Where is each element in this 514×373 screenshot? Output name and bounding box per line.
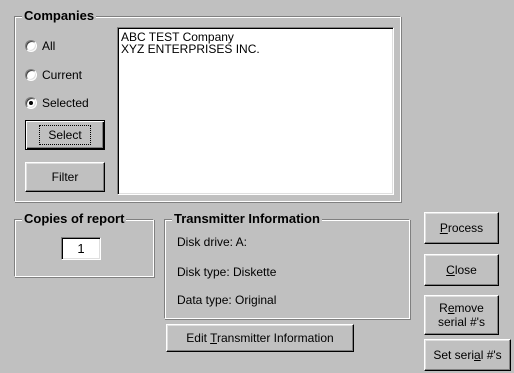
set-serial-post: l #'s — [480, 348, 502, 362]
radio-current-label: Current — [42, 68, 83, 82]
copies-group: Copies of report 1 — [14, 212, 154, 277]
edit-transmitter-label: Edit Transmitter Information — [186, 331, 333, 345]
set-serial-pre: Set seri — [433, 348, 475, 362]
edit-transmitter-label-post: ransmitter Information — [216, 331, 334, 345]
set-serial-mnemonic: a — [474, 348, 481, 362]
list-item[interactable]: XYZ ENTERPRISES INC. — [118, 43, 393, 55]
close-label: Close — [446, 263, 477, 277]
remove-serial-post: move — [454, 301, 484, 315]
dialog: { "companies": { "title": "Companies", "… — [0, 0, 514, 373]
companies-group: Companies All Current Selected Select Fi… — [14, 9, 401, 202]
radio-selected-indicator[interactable] — [25, 97, 37, 109]
radio-selected-label: Selected — [42, 96, 89, 110]
radio-selected[interactable]: Selected — [25, 95, 89, 111]
data-type-info: Data type: Original — [177, 293, 277, 307]
transmitter-group: Transmitter Information Disk drive: A: D… — [164, 212, 410, 319]
select-button[interactable]: Select — [25, 120, 105, 150]
close-label-rest: lose — [454, 263, 477, 277]
transmitter-title: Transmitter Information — [172, 211, 322, 226]
process-label-rest: rocess — [447, 221, 484, 235]
edit-transmitter-label-pre: Edit — [186, 331, 211, 345]
companies-listbox[interactable]: ABC TEST Company XYZ ENTERPRISES INC. — [117, 27, 394, 195]
process-button[interactable]: Process — [424, 212, 499, 244]
copies-title: Copies of report — [22, 211, 127, 226]
filter-button[interactable]: Filter — [25, 162, 105, 192]
process-label: Process — [440, 221, 483, 235]
remove-serial-pre: R — [439, 301, 448, 315]
edit-transmitter-button[interactable]: Edit Transmitter Information — [166, 324, 354, 352]
remove-serial-mnemonic: e — [447, 301, 455, 315]
remove-serial-line2: serial #'s — [438, 315, 485, 329]
radio-all[interactable]: All — [25, 38, 55, 54]
set-serial-label: Set serial #'s — [433, 348, 501, 362]
disk-drive-info: Disk drive: A: — [177, 235, 248, 249]
radio-all-indicator[interactable] — [25, 40, 37, 52]
close-mnemonic: C — [446, 263, 455, 277]
process-mnemonic: P — [439, 221, 448, 235]
remove-serial-button[interactable]: Remove serial #'s — [424, 295, 499, 335]
close-button[interactable]: Close — [424, 254, 499, 286]
copies-value: 1 — [77, 241, 85, 256]
companies-title: Companies — [22, 8, 97, 23]
edit-transmitter-mnemonic: T — [210, 331, 217, 345]
filter-button-label: Filter — [51, 170, 79, 184]
copies-input[interactable]: 1 — [61, 237, 101, 260]
remove-serial-line1: Remove — [439, 301, 484, 315]
radio-current[interactable]: Current — [25, 67, 82, 83]
disk-type-info: Disk type: Diskette — [177, 265, 277, 279]
radio-current-indicator[interactable] — [25, 69, 37, 81]
set-serial-button[interactable]: Set serial #'s — [424, 339, 511, 371]
select-button-label: Select — [39, 125, 91, 145]
radio-all-label: All — [42, 39, 56, 53]
